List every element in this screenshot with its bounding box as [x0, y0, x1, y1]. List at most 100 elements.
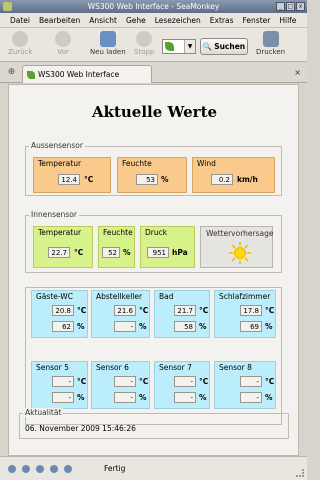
sensor-temperature-unit: °C: [139, 306, 149, 315]
sensor-temperature-value: -: [114, 376, 136, 387]
forecast-box: Wettervorhersage: [200, 226, 273, 268]
menu-bearbeiten[interactable]: Bearbeiten: [39, 16, 80, 25]
aussen-humidity-box: Feuchte 53 %: [117, 157, 187, 193]
innensensor-group: Innensensor Temperatur 22.7 °C Feuchte 5…: [25, 210, 282, 273]
sensor-box: Sensor 7 - °C -%: [154, 361, 210, 409]
sensor-temperature-value: 21.6: [114, 305, 136, 316]
sensor-temperature-value: 20.8: [52, 305, 74, 316]
sensor-temperature-unit: °C: [139, 377, 149, 386]
close-tab-icon[interactable]: ×: [294, 68, 301, 77]
resize-grip[interactable]: [296, 469, 304, 477]
sensor-humidity-value: -: [240, 392, 262, 403]
aussen-temperature-value: 12.4: [58, 174, 80, 185]
aussensensor-legend: Aussensensor: [29, 141, 85, 150]
sensor-name: Abstellkeller: [96, 292, 143, 301]
navigator-icon[interactable]: [8, 465, 16, 473]
sensor-temperature-value: -: [174, 376, 196, 387]
sensor-humidity-value: -: [174, 392, 196, 403]
menu-ansicht[interactable]: Ansicht: [89, 16, 117, 25]
sensor-temperature-unit: °C: [265, 306, 275, 315]
sensor-humidity-unit: %: [139, 393, 147, 402]
sensor-humidity-value: -: [52, 392, 74, 403]
sensor-name: Gäste-WC: [36, 292, 73, 301]
menu-extras[interactable]: Extras: [210, 16, 234, 25]
sensor-temperature-unit: °C: [77, 306, 87, 315]
sensor-box: Gäste-WC 20.8 °C 62%: [31, 290, 88, 338]
last-update-timestamp: 06. November 2009 15:46:26: [25, 424, 136, 433]
sensor-humidity-value: -: [114, 321, 136, 332]
sensor-box: Sensor 5 - °C -%: [31, 361, 88, 409]
reload-icon: [99, 31, 116, 47]
sensor-humidity-value: 58: [174, 321, 196, 332]
sensor-temperature-value: -: [240, 376, 262, 387]
forward-arrow-icon: [55, 31, 71, 47]
navigation-toolbar: Zurück Vor Neu laden Stopp ▼ 🔍 Suchen Dr…: [0, 28, 307, 62]
menu-gehe[interactable]: Gehe: [126, 16, 146, 25]
sensor-humidity-value: 62: [52, 321, 74, 332]
addressbook-icon[interactable]: [50, 465, 58, 473]
maximize-icon[interactable]: □: [286, 2, 295, 11]
sensor-humidity-unit: %: [199, 393, 207, 402]
sensor-humidity-unit: %: [139, 322, 147, 331]
print-button[interactable]: Drucken: [256, 31, 285, 56]
menu-datei[interactable]: Datei: [10, 16, 30, 25]
sensor-name: Sensor 6: [96, 363, 129, 372]
print-icon: [262, 31, 279, 47]
vertical-scrollbar[interactable]: [299, 84, 307, 456]
sun-icon: [229, 242, 251, 264]
back-arrow-icon: [12, 31, 29, 47]
minimize-icon[interactable]: _: [276, 2, 285, 11]
sensor-temperature-value: 21.7: [174, 305, 196, 316]
sensor-humidity-unit: %: [265, 393, 273, 402]
sensor-temperature-value: -: [52, 376, 74, 387]
chat-icon[interactable]: [64, 465, 72, 473]
tab-favicon-icon: [27, 70, 35, 79]
sensor-temperature-unit: °C: [199, 306, 209, 315]
mail-icon[interactable]: [22, 465, 30, 473]
stop-button[interactable]: Stopp: [134, 31, 154, 56]
innen-humidity-value: 52: [102, 247, 120, 258]
aussen-humidity-value: 53: [136, 174, 158, 185]
innen-temperature-box: Temperatur 22.7 °C: [33, 226, 93, 268]
close-icon[interactable]: x: [296, 2, 305, 11]
aussensensor-group: Aussensensor Temperatur 12.4 °C Feuchte …: [25, 141, 282, 196]
aussen-wind-value: 0.2: [211, 174, 233, 185]
tab-ws300[interactable]: WS300 Web Interface: [22, 65, 152, 83]
sensor-name: Sensor 5: [36, 363, 69, 372]
status-text: Fertig: [104, 464, 126, 473]
search-button[interactable]: 🔍 Suchen: [200, 38, 248, 55]
sensor-box: Sensor 6 - °C -%: [91, 361, 150, 409]
window-titlebar: WS300 Web Interface - SeaMonkey _ □ x: [0, 0, 307, 13]
page-title: Aktuelle Werte: [91, 103, 218, 121]
sensor-humidity-unit: %: [199, 322, 207, 331]
new-tab-icon[interactable]: ⊕: [5, 67, 18, 79]
innen-pressure-value: 951: [147, 247, 169, 258]
composer-icon[interactable]: [36, 465, 44, 473]
url-bar[interactable]: ▼: [162, 39, 196, 54]
sensor-grid-group: Gäste-WC 20.8 °C 62% Abstellkeller 21.6 °C -% Ba…: [25, 287, 282, 425]
url-dropdown-icon[interactable]: ▼: [184, 40, 195, 53]
sensor-humidity-unit: %: [265, 322, 273, 331]
sensor-humidity-unit: %: [77, 322, 85, 331]
sensor-name: Bad: [159, 292, 174, 301]
sensor-name: Schlafzimmer: [219, 292, 271, 301]
sensor-temperature-unit: °C: [265, 377, 275, 386]
stop-icon: [136, 31, 153, 47]
sensor-temperature-unit: °C: [77, 377, 87, 386]
sensor-temperature-unit: °C: [199, 377, 209, 386]
sensor-box: Bad 21.7 °C 58%: [154, 290, 210, 338]
back-button[interactable]: Zurück: [8, 31, 32, 56]
innen-temperature-value: 22.7: [48, 247, 70, 258]
site-icon: [165, 42, 174, 51]
menu-lesezeichen[interactable]: Lesezeichen: [155, 16, 201, 25]
menu-fenster[interactable]: Fenster: [243, 16, 271, 25]
status-bar: Fertig: [0, 456, 307, 480]
reload-button[interactable]: Neu laden: [90, 31, 126, 56]
innensensor-legend: Innensensor: [29, 210, 79, 219]
aussen-temperature-box: Temperatur 12.4 °C: [33, 157, 111, 193]
innen-pressure-box: Druck 951 hPa: [140, 226, 195, 268]
forward-button[interactable]: Vor: [55, 31, 71, 56]
menu-hilfe[interactable]: Hilfe: [279, 16, 296, 25]
sensor-box: Sensor 8 - °C -%: [214, 361, 276, 409]
search-icon: 🔍: [202, 42, 213, 51]
